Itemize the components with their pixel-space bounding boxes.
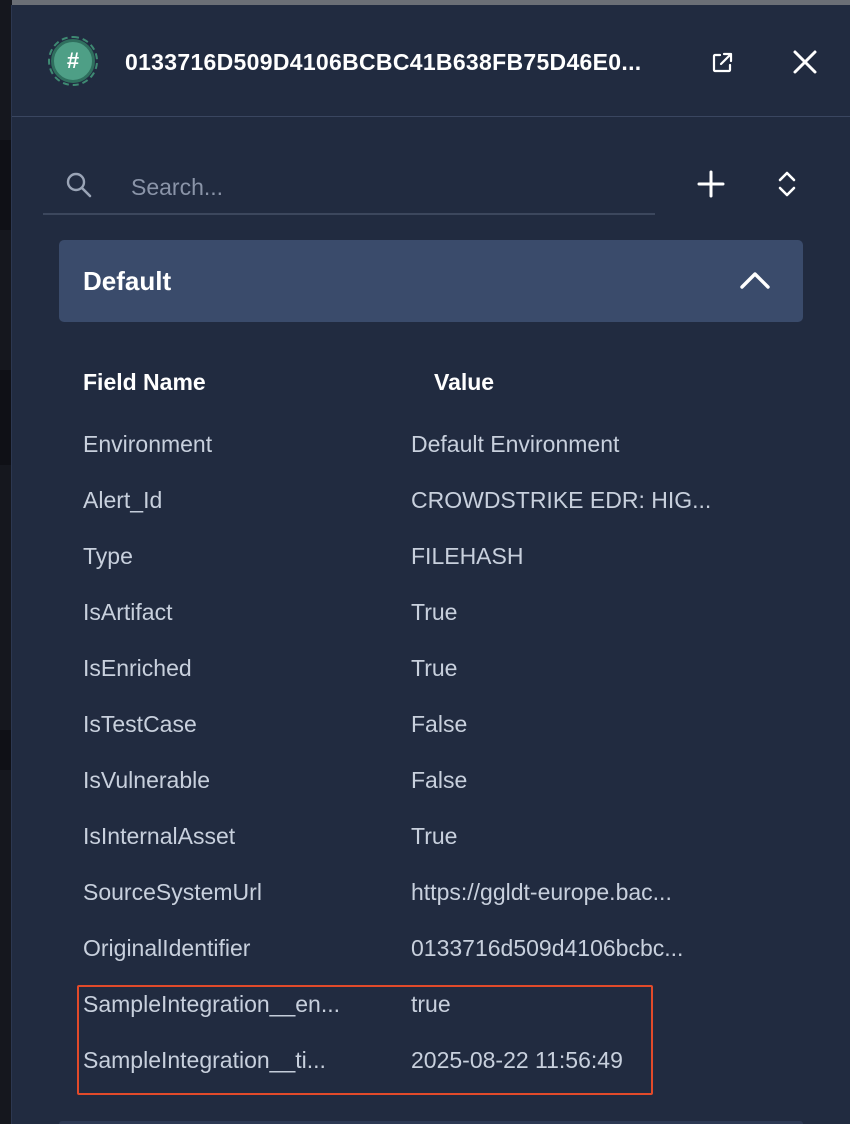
field-name: IsEnriched — [83, 655, 192, 681]
entity-details-panel: # 0133716D509D4106BCBC41B638FB75D46E0...… — [11, 5, 850, 1124]
search-bar — [43, 157, 655, 215]
field-value: True — [411, 599, 458, 625]
table-row: IsTestCase False — [12, 711, 850, 767]
field-name: IsInternalAsset — [83, 823, 236, 849]
search-icon — [66, 172, 92, 198]
field-value: True — [411, 823, 458, 849]
field-value: CROWDSTRIKE EDR: HIG... — [411, 487, 712, 513]
table-row: IsEnriched True — [12, 655, 850, 711]
field-value: 0133716d509d4106bcbc... — [411, 935, 684, 961]
open-external-icon[interactable] — [710, 51, 734, 75]
field-name: SourceSystemUrl — [83, 879, 262, 905]
hash-icon: # — [48, 36, 98, 86]
field-name: OriginalIdentifier — [83, 935, 251, 961]
field-value: True — [411, 655, 458, 681]
close-icon[interactable] — [790, 47, 820, 77]
group-title: Default — [83, 266, 172, 296]
field-value: FILEHASH — [411, 543, 524, 569]
field-name: IsVulnerable — [83, 767, 211, 793]
group-default-header[interactable]: Default — [59, 240, 803, 322]
chevron-up-icon[interactable] — [739, 268, 771, 292]
annotation-highlight-box — [77, 985, 653, 1095]
field-value: False — [411, 711, 468, 737]
field-value: False — [411, 767, 468, 793]
table-row: Environment Default Environment — [12, 431, 850, 487]
table-row: SourceSystemUrl https://ggldt-europe.bac… — [12, 879, 850, 935]
search-input[interactable] — [131, 167, 631, 207]
column-header-value: Value — [434, 369, 495, 395]
table-row: Type FILEHASH — [12, 543, 850, 599]
sort-icon[interactable] — [776, 169, 798, 199]
field-name: Environment — [83, 431, 213, 457]
field-value: https://ggldt-europe.bac... — [411, 879, 672, 905]
panel-header: # 0133716D509D4106BCBC41B638FB75D46E0... — [12, 5, 850, 117]
entity-title: 0133716D509D4106BCBC41B638FB75D46E0... — [125, 49, 642, 75]
table-row: IsInternalAsset True — [12, 823, 850, 879]
field-name: IsTestCase — [83, 711, 197, 737]
table-row: Alert_Id CROWDSTRIKE EDR: HIG... — [12, 487, 850, 543]
field-value: Default Environment — [411, 431, 620, 457]
badge-symbol: # — [66, 48, 80, 73]
plus-icon[interactable] — [696, 169, 726, 199]
field-name: IsArtifact — [83, 599, 173, 625]
field-name: Type — [83, 543, 133, 569]
column-header-field-name: Field Name — [83, 369, 206, 395]
table-row: IsVulnerable False — [12, 767, 850, 823]
field-name: Alert_Id — [83, 487, 163, 513]
table-row: OriginalIdentifier 0133716d509d4106bcbc.… — [12, 935, 850, 991]
table-row: IsArtifact True — [12, 599, 850, 655]
